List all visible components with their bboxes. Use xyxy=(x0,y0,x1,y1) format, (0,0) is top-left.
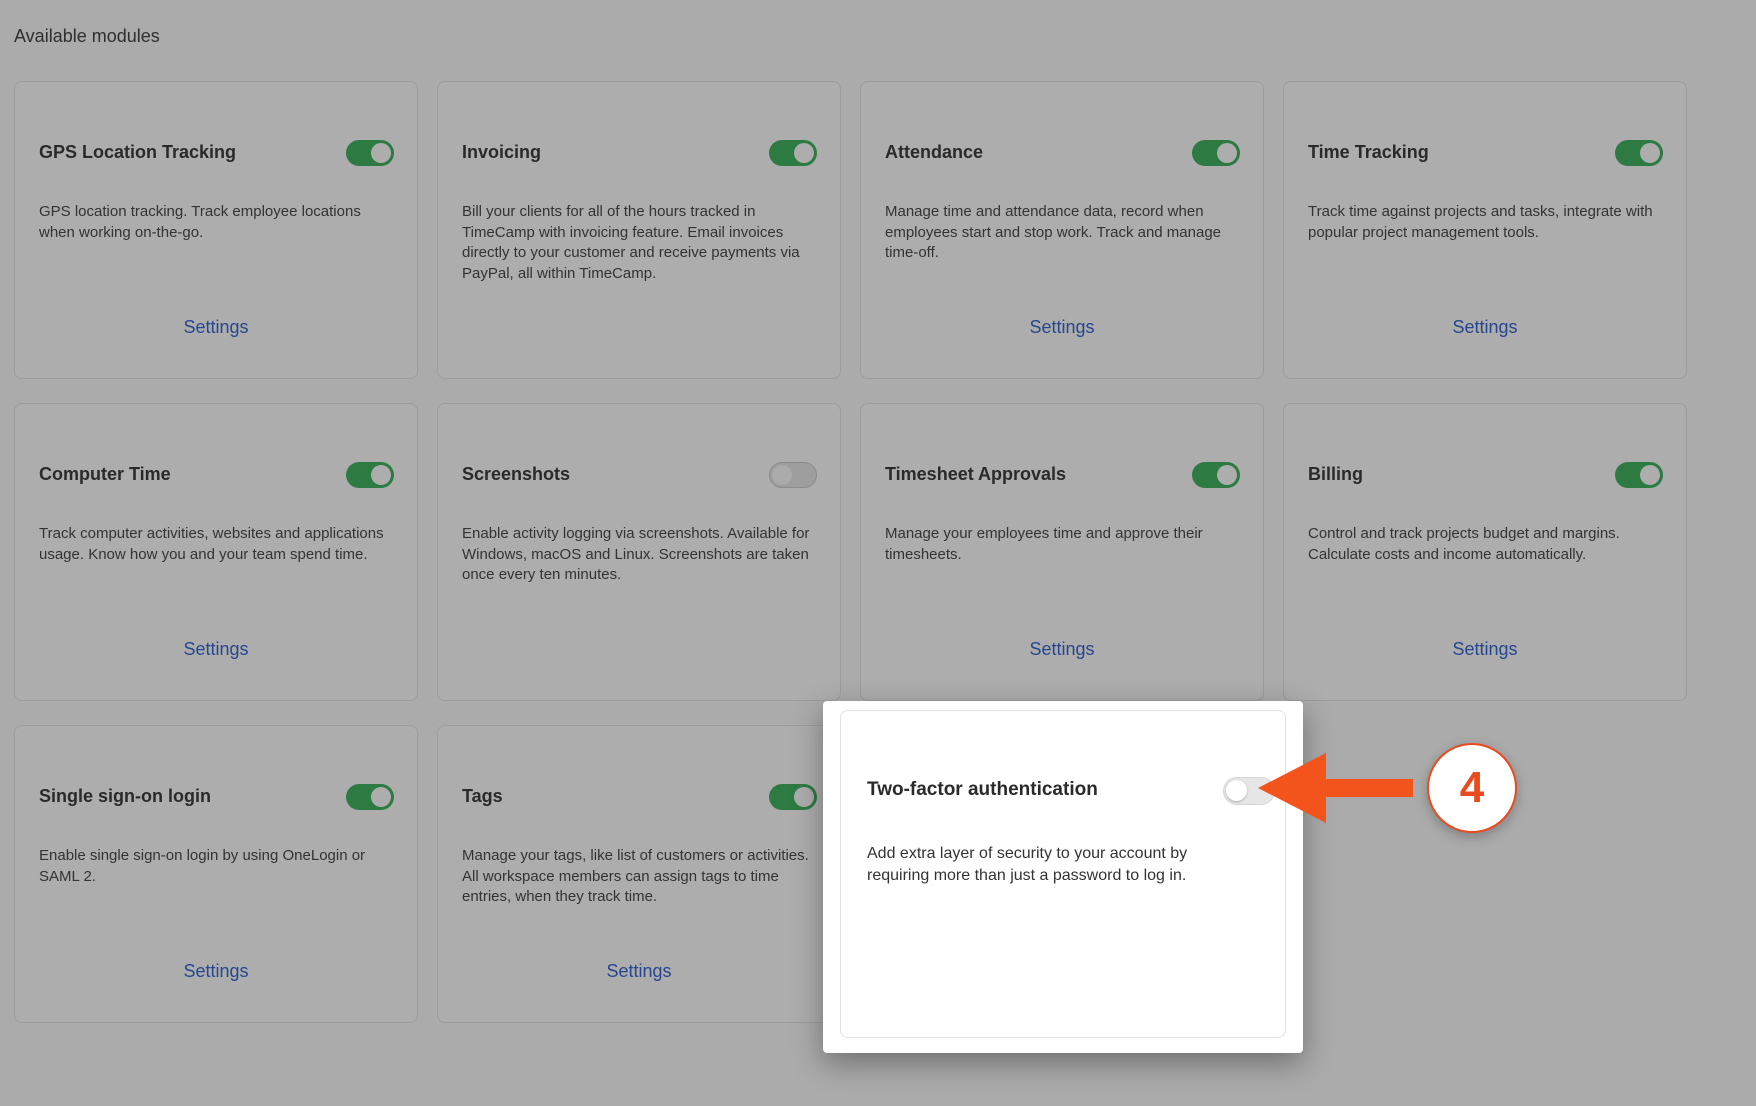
module-toggle[interactable] xyxy=(1615,140,1663,166)
module-toggle[interactable] xyxy=(769,462,817,488)
module-description: Enable single sign-on login by using One… xyxy=(39,847,366,885)
settings-link[interactable]: Settings xyxy=(15,961,417,982)
module-title: Attendance xyxy=(885,142,984,162)
module-title: Two-factor authentication xyxy=(867,779,1098,800)
settings-link[interactable]: Settings xyxy=(15,317,417,338)
module-toggle[interactable] xyxy=(346,784,394,810)
step-number-badge: 4 xyxy=(1427,743,1517,833)
module-title: GPS Location Tracking xyxy=(39,142,237,162)
toggle-knob xyxy=(1217,143,1237,163)
toggle-knob xyxy=(1217,465,1237,485)
module-title: Tags xyxy=(462,786,503,806)
toggle-knob xyxy=(371,143,391,163)
module-toggle[interactable] xyxy=(346,462,394,488)
toggle-knob xyxy=(794,143,814,163)
toggle-knob xyxy=(772,464,792,485)
left-arrow-icon xyxy=(1258,753,1413,823)
settings-link[interactable]: Settings xyxy=(1284,639,1686,660)
module-toggle[interactable] xyxy=(346,140,394,166)
module-title: Screenshots xyxy=(462,464,571,484)
toggle-knob xyxy=(1226,780,1247,801)
toggle-knob xyxy=(371,787,391,807)
module-toggle[interactable] xyxy=(1192,462,1240,488)
settings-link[interactable]: Settings xyxy=(861,317,1263,338)
settings-link[interactable]: Settings xyxy=(15,639,417,660)
module-card-tags: Tags Manage your tags, like list of cust… xyxy=(437,725,841,1023)
settings-link[interactable]: Settings xyxy=(1284,317,1686,338)
module-card-two-factor: Two-factor authentication Add extra laye… xyxy=(840,710,1286,1038)
settings-link[interactable]: Settings xyxy=(438,961,840,982)
module-toggle[interactable] xyxy=(769,784,817,810)
module-card-invoicing: Invoicing Bill your clients for all of t… xyxy=(437,81,841,379)
module-description: Manage your employees time and approve t… xyxy=(885,525,1203,563)
module-description: Track time against projects and tasks, i… xyxy=(1308,203,1653,241)
module-description: Track computer activities, websites and … xyxy=(39,525,384,563)
module-card-screenshots: Screenshots Enable activity logging via … xyxy=(437,403,841,701)
settings-link[interactable]: Settings xyxy=(861,639,1263,660)
module-card-billing: Billing Control and track projects budge… xyxy=(1283,403,1687,701)
module-card-computer-time: Computer Time Track computer activities,… xyxy=(14,403,418,701)
module-description: Control and track projects budget and ma… xyxy=(1308,525,1620,563)
module-description: Enable activity logging via screenshots.… xyxy=(462,525,810,583)
module-card-gps: GPS Location Tracking GPS location track… xyxy=(14,81,418,379)
module-description: GPS location tracking. Track employee lo… xyxy=(39,203,361,241)
module-title: Computer Time xyxy=(39,464,171,484)
module-title: Invoicing xyxy=(462,142,542,162)
module-card-attendance: Attendance Manage time and attendance da… xyxy=(860,81,1264,379)
module-card-timesheet-approvals: Timesheet Approvals Manage your employee… xyxy=(860,403,1264,701)
module-toggle[interactable] xyxy=(769,140,817,166)
arrow-shape xyxy=(1258,753,1413,823)
module-description: Add extra layer of security to your acco… xyxy=(867,845,1188,884)
module-card-sso: Single sign-on login Enable single sign-… xyxy=(14,725,418,1023)
module-title: Time Tracking xyxy=(1308,142,1429,162)
highlight-panel: Two-factor authentication Add extra laye… xyxy=(823,701,1303,1053)
module-title: Billing xyxy=(1308,464,1363,484)
module-title: Single sign-on login xyxy=(39,786,211,806)
module-title: Timesheet Approvals xyxy=(885,464,1067,484)
toggle-knob xyxy=(371,465,391,485)
module-card-time-tracking: Time Tracking Track time against project… xyxy=(1283,81,1687,379)
toggle-knob xyxy=(1640,143,1660,163)
module-toggle[interactable] xyxy=(1192,140,1240,166)
module-description: Bill your clients for all of the hours t… xyxy=(462,203,800,282)
module-description: Manage time and attendance data, record … xyxy=(885,203,1222,261)
module-description: Manage your tags, like list of customers… xyxy=(462,847,809,905)
module-toggle[interactable] xyxy=(1615,462,1663,488)
toggle-knob xyxy=(794,787,814,807)
toggle-knob xyxy=(1640,465,1660,485)
